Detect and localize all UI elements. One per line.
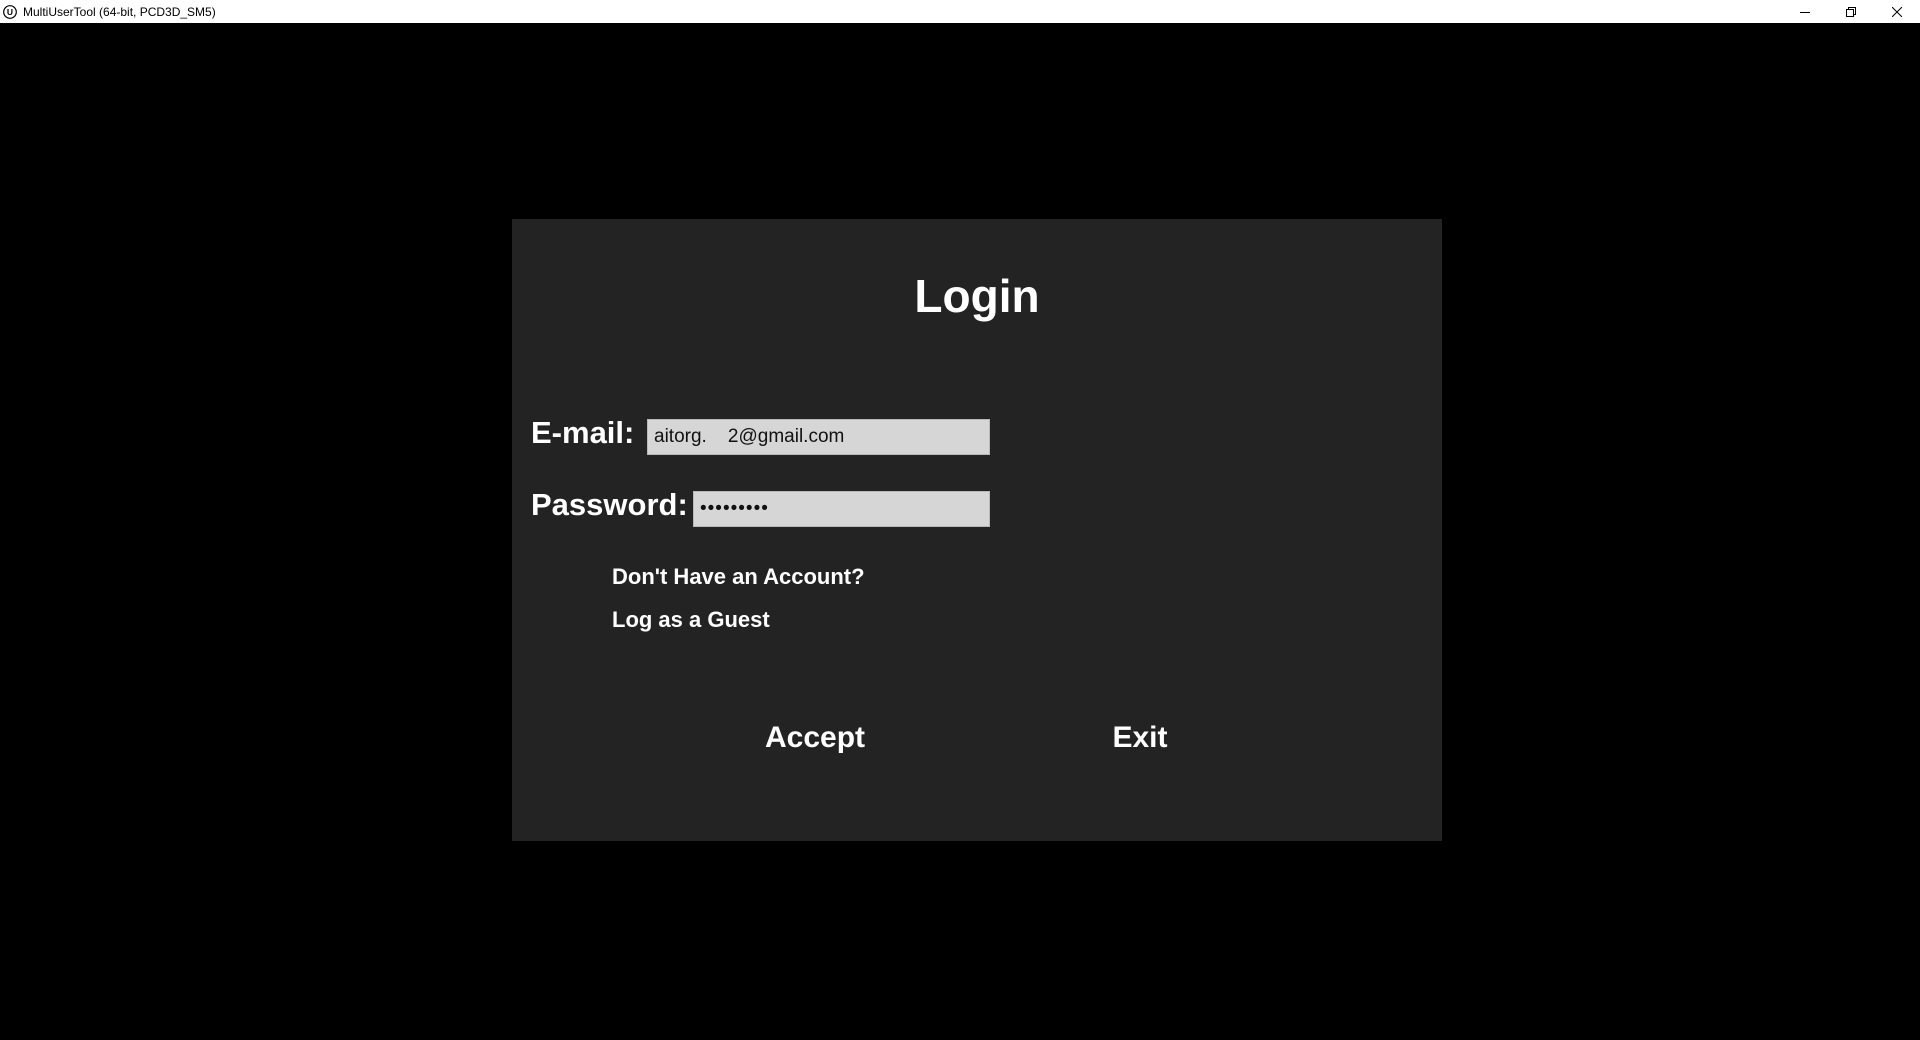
- close-button[interactable]: [1874, 0, 1920, 23]
- minimize-icon: [1800, 11, 1810, 13]
- email-field[interactable]: aitorg. 2@gmail.com: [647, 419, 990, 455]
- window-title: MultiUserTool (64-bit, PCD3D_SM5): [23, 4, 216, 19]
- guest-login-link[interactable]: Log as a Guest: [612, 607, 770, 633]
- restore-button[interactable]: [1828, 0, 1874, 23]
- restore-icon: [1846, 6, 1856, 17]
- window-controls: [1782, 0, 1920, 23]
- unreal-engine-icon: U: [3, 4, 17, 19]
- login-panel: Login E-mail: aitorg. 2@gmail.com Passwo…: [512, 219, 1442, 841]
- title-bar[interactable]: U MultiUserTool (64-bit, PCD3D_SM5): [0, 0, 1920, 23]
- create-account-link[interactable]: Don't Have an Account?: [612, 564, 865, 590]
- login-title: Login: [914, 270, 1040, 322]
- svg-text:U: U: [7, 7, 13, 17]
- exit-button[interactable]: Exit: [1098, 721, 1182, 755]
- email-label: E-mail:: [531, 415, 635, 450]
- accept-button[interactable]: Accept: [744, 721, 886, 755]
- close-icon: [1892, 6, 1902, 17]
- password-field[interactable]: •••••••••: [693, 491, 990, 527]
- password-label: Password:: [531, 487, 688, 522]
- minimize-button[interactable]: [1782, 0, 1828, 23]
- app-viewport: Login E-mail: aitorg. 2@gmail.com Passwo…: [0, 23, 1920, 1040]
